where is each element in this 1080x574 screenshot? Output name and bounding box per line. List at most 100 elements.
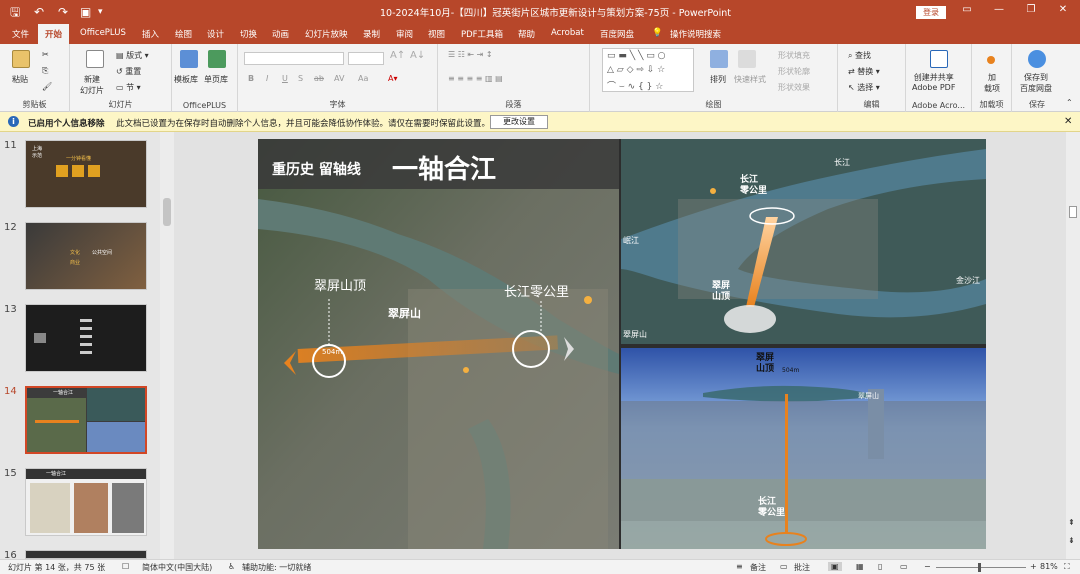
create-pdf-label[interactable]: 创建并共享 Adobe PDF — [912, 72, 955, 92]
close-icon[interactable]: ✕ — [1056, 4, 1070, 15]
tab-home[interactable]: 开始 — [38, 24, 70, 44]
tab-help[interactable]: 帮助 — [518, 28, 535, 40]
new-slide-label[interactable]: 新建 幻灯片 — [80, 74, 104, 96]
tab-slideshow[interactable]: 幻灯片放映 — [305, 28, 348, 40]
zoom-level[interactable]: 81% — [1040, 562, 1058, 571]
strikethrough-button[interactable]: ab — [314, 74, 324, 83]
slideshow-view-icon[interactable]: ▭ — [900, 562, 908, 571]
shadow-button[interactable]: S — [298, 74, 303, 83]
paste-icon[interactable] — [12, 50, 30, 68]
new-slide-icon[interactable] — [86, 50, 104, 68]
bold-button[interactable]: B — [248, 74, 254, 83]
current-slide[interactable]: 重历史 留轴线 一轴合江 翠屏山顶 翠屏山 长江零公里 504m 长江 零公里 … — [258, 139, 986, 549]
slide-thumbnail-16[interactable] — [25, 550, 147, 559]
tab-pdf-toolbox[interactable]: PDF工具箱 — [461, 28, 503, 40]
fit-slide-icon[interactable]: ⛶ — [1064, 562, 1070, 572]
normal-view-icon[interactable]: ▣ — [828, 562, 842, 571]
slide-thumbnail-14[interactable]: 一轴合江 — [25, 386, 147, 454]
slide-sorter-icon[interactable]: ▦ — [856, 562, 864, 571]
arrange-icon[interactable] — [710, 50, 728, 68]
thumbnail-scrollbar[interactable] — [160, 132, 174, 559]
tab-record[interactable]: 录制 — [363, 28, 380, 40]
increase-font-icon[interactable]: A↑ — [390, 50, 405, 61]
close-infobar-icon[interactable]: ✕ — [1064, 116, 1072, 127]
slide-thumbnail-13[interactable] — [25, 304, 147, 372]
reset-button[interactable]: ↺ 重置 — [116, 66, 141, 77]
save-icon[interactable]: 🖫 — [10, 4, 20, 20]
notes-icon[interactable]: ≡ — [736, 562, 743, 571]
quick-styles-icon[interactable] — [738, 50, 756, 68]
zoom-slider-thumb[interactable] — [978, 563, 981, 572]
collapse-ribbon-icon[interactable]: ⌃ — [1066, 98, 1073, 107]
minimize-icon[interactable]: — — [992, 4, 1006, 15]
tab-officeplus[interactable]: OfficePLUS — [80, 28, 126, 38]
font-color-icon[interactable]: A▾ — [388, 74, 398, 83]
tab-draw[interactable]: 绘图 — [175, 28, 192, 40]
replace-button[interactable]: ⇄ 替换 ▾ — [848, 66, 880, 77]
tab-review[interactable]: 审阅 — [396, 28, 413, 40]
ribbon-display-icon[interactable]: ▭ — [960, 4, 974, 15]
tab-design[interactable]: 设计 — [207, 28, 224, 40]
quick-styles-label[interactable]: 快速样式 — [734, 74, 766, 85]
notes-button[interactable]: 备注 — [750, 562, 766, 573]
template-lib-icon[interactable] — [180, 50, 198, 68]
copy-icon[interactable]: ⎘ — [42, 66, 48, 76]
underline-button[interactable]: U — [282, 74, 288, 83]
layout-button[interactable]: ▤ 版式 ▾ — [116, 50, 149, 61]
undo-icon[interactable]: ↶ — [34, 4, 44, 20]
template-lib-label[interactable]: 模板库 — [174, 74, 198, 85]
tab-file[interactable]: 文件 — [12, 28, 29, 40]
select-button[interactable]: ↖ 选择 ▾ — [848, 82, 880, 93]
shape-outline-button[interactable]: 形状轮廓 — [778, 66, 810, 77]
tab-view[interactable]: 视图 — [428, 28, 445, 40]
cut-icon[interactable]: ✂ — [42, 50, 49, 59]
spellcheck-icon[interactable]: ☐ — [122, 562, 129, 571]
shape-effects-button[interactable]: 形状效果 — [778, 82, 810, 93]
shapes-gallery[interactable]: ▭ ▬ ╲ ╲ ▭ ○ △ ▱ ◇ ⇨ ⇩ ☆ ⌒ ⌣ ∿ { } ☆ — [602, 48, 694, 92]
tab-acrobat[interactable]: Acrobat — [551, 28, 584, 38]
align-icons[interactable]: ≡ ≡ ≡ ≡ ▥ ▤ — [448, 74, 503, 83]
scroll-thumb[interactable] — [163, 198, 171, 226]
zoom-in-icon[interactable]: + — [1030, 562, 1037, 571]
single-page-lib-label[interactable]: 单页库 — [204, 74, 228, 85]
create-pdf-icon[interactable] — [930, 50, 948, 68]
slide-thumbnail-15[interactable]: 一轴合江 — [25, 468, 147, 536]
addins-icon[interactable] — [987, 56, 995, 64]
scroll-thumb[interactable] — [1069, 206, 1077, 218]
format-painter-icon[interactable]: 🖌 — [42, 82, 52, 91]
font-name-field[interactable] — [244, 52, 344, 65]
italic-button[interactable]: I — [266, 74, 268, 83]
tab-baidu[interactable]: 百度网盘 — [600, 28, 634, 40]
presentation-icon[interactable]: ▣ — [80, 4, 91, 20]
addins-label[interactable]: 加 载项 — [984, 72, 1000, 94]
language-indicator[interactable]: 简体中文(中国大陆) — [142, 562, 212, 573]
change-case-button[interactable]: Aa — [358, 74, 368, 83]
comments-button[interactable]: 批注 — [794, 562, 810, 573]
single-page-lib-icon[interactable] — [208, 50, 226, 68]
login-button[interactable]: 登录 — [916, 6, 946, 19]
tab-animations[interactable]: 动画 — [272, 28, 289, 40]
comments-icon[interactable]: ▭ — [780, 562, 788, 571]
accessibility-icon[interactable]: ♿ — [228, 562, 235, 571]
slide-thumbnail-11[interactable]: 上海 示范 一分钟看懂 — [25, 140, 147, 208]
shape-fill-button[interactable]: 形状填充 — [778, 50, 810, 61]
decrease-font-icon[interactable]: A↓ — [410, 50, 425, 61]
accessibility-status[interactable]: 辅助功能: 一切就绪 — [242, 562, 311, 573]
zoom-out-icon[interactable]: − — [924, 562, 931, 571]
zoom-slider[interactable] — [936, 567, 1026, 568]
reading-view-icon[interactable]: ▯ — [878, 562, 882, 571]
slide-thumbnail-12[interactable]: 文化 公共空间 商业 — [25, 222, 147, 290]
arrange-label[interactable]: 排列 — [710, 74, 726, 85]
tab-transitions[interactable]: 切换 — [240, 28, 257, 40]
char-spacing-button[interactable]: AV — [334, 74, 344, 83]
baidu-cloud-icon[interactable] — [1028, 50, 1046, 68]
canvas-scrollbar[interactable]: ⇞ ⇟ — [1066, 132, 1080, 559]
maximize-icon[interactable]: ❐ — [1024, 4, 1038, 15]
font-size-field[interactable] — [348, 52, 384, 65]
save-baidu-label[interactable]: 保存到 百度网盘 — [1020, 72, 1052, 94]
bullets-icon[interactable]: ☰ ☷ ⇤ ⇥ ↕ — [448, 50, 493, 59]
tell-me-search[interactable]: 操作说明搜索 — [670, 28, 721, 40]
section-button[interactable]: ▭ 节 ▾ — [116, 82, 141, 93]
change-settings-button[interactable]: 更改设置 — [490, 115, 548, 129]
find-button[interactable]: ⌕ 查找 — [848, 50, 871, 61]
